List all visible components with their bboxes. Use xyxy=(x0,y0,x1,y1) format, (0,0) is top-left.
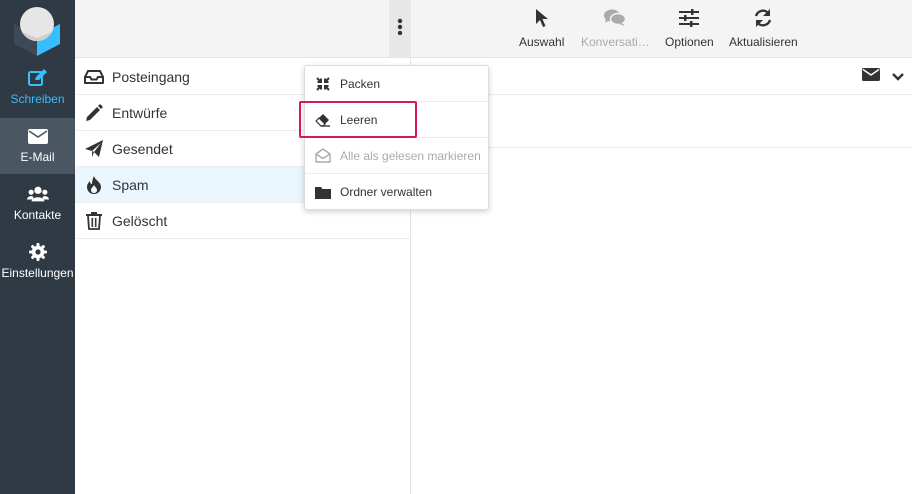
select-button[interactable]: Auswahl xyxy=(519,7,564,53)
nav-compose-label: Schreiben xyxy=(10,92,65,106)
nav-email[interactable]: E-Mail xyxy=(0,118,75,174)
menu-item-compact[interactable]: Packen xyxy=(305,66,488,102)
nav-contacts-label: Kontakte xyxy=(13,208,62,222)
options-button[interactable]: Optionen xyxy=(665,7,714,53)
navigation-rail: Schreiben E-Mail Kontakte Einstellungen xyxy=(0,0,75,494)
envelope-icon xyxy=(862,68,880,86)
sliders-icon xyxy=(678,7,700,29)
folder-actions-menu: Packen Leeren Alle als gelesen markieren… xyxy=(304,65,489,210)
menu-item-label: Packen xyxy=(340,76,381,91)
trash-icon xyxy=(84,211,104,231)
select-label: Auswahl xyxy=(519,35,565,49)
folder-label: Gelöscht xyxy=(112,212,168,229)
refresh-label: Aktualisieren xyxy=(729,35,798,49)
gear-icon xyxy=(27,242,49,262)
compress-icon xyxy=(315,76,331,92)
folder-panel-header xyxy=(75,0,411,58)
menu-item-label: Leeren xyxy=(340,112,378,127)
refresh-button[interactable]: Aktualisieren xyxy=(729,7,798,53)
inbox-icon xyxy=(84,67,104,87)
fire-icon xyxy=(84,175,104,195)
menu-item-label: Alle als gelesen markieren xyxy=(340,148,481,163)
envelope-icon xyxy=(27,126,49,146)
menu-item-manage-folders[interactable]: Ordner verwalten xyxy=(305,174,488,210)
nav-compose[interactable]: Schreiben xyxy=(0,60,75,116)
conversations-button[interactable]: Konversati… xyxy=(581,7,650,53)
nav-email-label: E-Mail xyxy=(20,150,55,164)
nav-settings-label: Einstellungen xyxy=(1,266,74,280)
envelope-open-icon xyxy=(315,148,331,164)
folder-label: Posteingang xyxy=(112,68,190,85)
compose-icon xyxy=(27,68,49,88)
users-icon xyxy=(26,184,49,204)
refresh-icon xyxy=(752,7,774,29)
conversations-label: Konversati… xyxy=(581,35,650,49)
message-toolbar: Auswahl Konversati… Optionen Aktualisier… xyxy=(411,0,912,58)
mouse-pointer-icon xyxy=(531,7,553,29)
pencil-icon xyxy=(84,103,104,123)
nav-contacts[interactable]: Kontakte xyxy=(0,176,75,232)
menu-item-mark-all-read[interactable]: Alle als gelesen markieren xyxy=(305,138,488,174)
roundcube-logo[interactable] xyxy=(10,4,64,56)
search-scope-button[interactable] xyxy=(860,67,882,87)
comments-icon xyxy=(604,7,627,29)
options-label: Optionen xyxy=(665,35,714,49)
search-options-button[interactable] xyxy=(888,67,908,87)
menu-item-empty[interactable]: Leeren xyxy=(305,102,488,138)
nav-settings[interactable]: Einstellungen xyxy=(0,234,75,290)
eraser-icon xyxy=(315,112,331,128)
folder-icon xyxy=(315,184,331,200)
ellipsis-vertical-icon xyxy=(397,18,403,41)
folder-label: Entwürfe xyxy=(112,104,168,121)
folder-label: Spam xyxy=(112,176,149,193)
menu-item-label: Ordner verwalten xyxy=(340,185,433,199)
folder-label: Gesendet xyxy=(112,140,173,157)
chevron-down-icon xyxy=(892,68,904,86)
folder-actions-button[interactable] xyxy=(389,0,411,58)
paper-plane-icon xyxy=(84,139,104,159)
